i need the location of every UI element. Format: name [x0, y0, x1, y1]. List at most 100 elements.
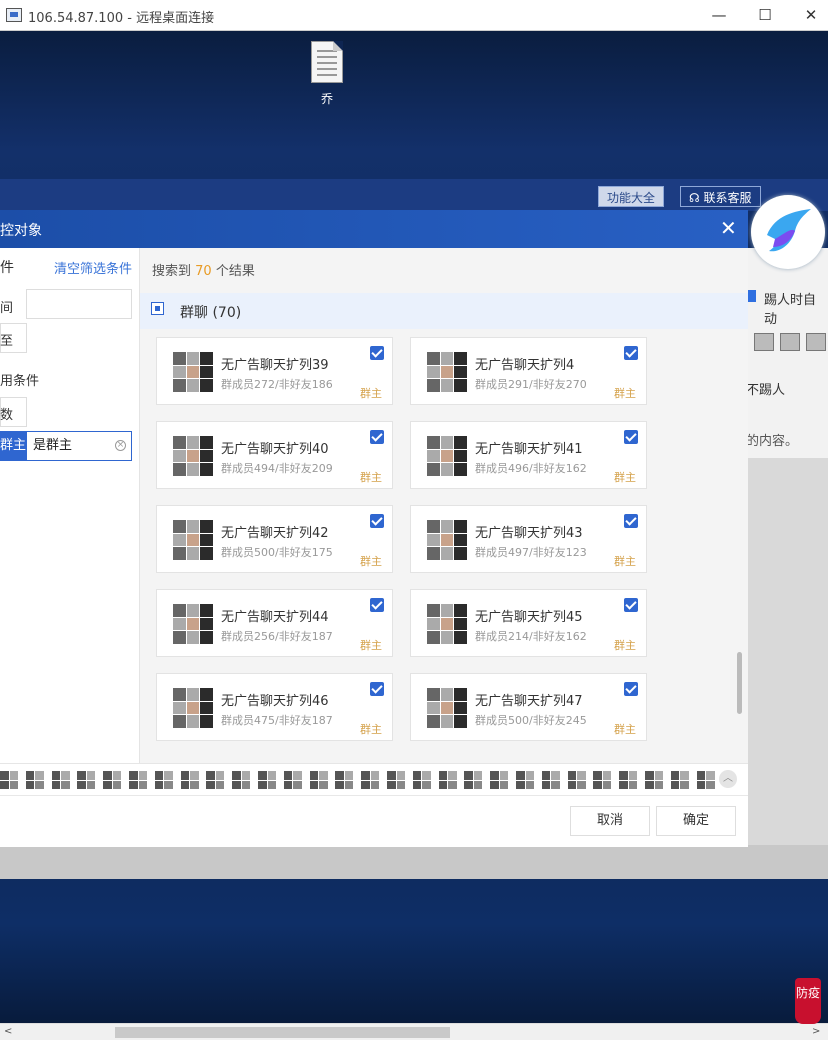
time-filter-input[interactable]	[26, 289, 132, 319]
group-checkbox[interactable]	[624, 598, 638, 612]
common-conditions-heading: 用条件	[0, 374, 40, 389]
dialog-title: 控对象	[0, 223, 42, 239]
cancel-button[interactable]: 取消	[570, 806, 650, 836]
results-scrollbar[interactable]	[737, 652, 742, 714]
group-checkbox[interactable]	[370, 598, 384, 612]
group-avatar	[173, 604, 213, 644]
group-role-tag: 群主	[614, 387, 636, 400]
horizontal-scroll-thumb[interactable]	[115, 1027, 450, 1038]
search-result-summary: 搜索到 70 个结果	[152, 260, 255, 279]
time-filter-label: 间	[0, 301, 14, 316]
selected-group-thumb[interactable]	[387, 771, 405, 789]
selected-group-thumb[interactable]	[51, 771, 70, 789]
selected-group-thumb[interactable]	[696, 771, 715, 789]
maximize-button[interactable]: ☐	[750, 4, 780, 26]
group-card[interactable]: 无广告聊天扩列40 群成员494/非好友209 群主	[156, 421, 393, 489]
selected-group-thumb[interactable]	[567, 771, 586, 789]
group-checkbox[interactable]	[624, 430, 638, 444]
range-filter-label: 至	[0, 334, 14, 349]
remote-desktop-titlebar: 106.54.87.100 - 远程桌面连接 — ☐ ✕	[0, 0, 828, 31]
no-kick-option[interactable]: 不踢人	[746, 379, 785, 398]
selected-group-thumb[interactable]	[77, 771, 96, 789]
group-member-stats: 群成员475/非好友187	[221, 714, 333, 727]
selected-group-thumb[interactable]	[206, 771, 225, 789]
result-suffix: 个结果	[215, 264, 255, 279]
selected-group-thumb[interactable]	[361, 771, 380, 789]
group-role-tag: 群主	[360, 555, 382, 568]
selected-group-thumb[interactable]	[103, 771, 122, 789]
contact-support-label: 联系客服	[703, 191, 752, 205]
group-card[interactable]: 无广告聊天扩列44 群成员256/非好友187 群主	[156, 589, 393, 657]
group-card[interactable]: 无广告聊天扩列42 群成员500/非好友175 群主	[156, 505, 393, 573]
group-card[interactable]: 无广告聊天扩列47 群成员500/非好友245 群主	[410, 673, 647, 741]
group-card[interactable]: 无广告聊天扩列4 群成员291/非好友270 群主	[410, 337, 647, 405]
scroll-right-icon[interactable]: >	[812, 1026, 820, 1037]
headset-icon: ☊	[689, 191, 700, 205]
selected-group-thumb[interactable]	[619, 771, 638, 789]
group-role-tag: 群主	[614, 555, 636, 568]
group-checkbox[interactable]	[370, 430, 384, 444]
group-card[interactable]: 无广告聊天扩列46 群成员475/非好友187 群主	[156, 673, 393, 741]
group-checkbox[interactable]	[624, 514, 638, 528]
selected-group-thumb[interactable]	[283, 771, 302, 789]
group-name: 无广告聊天扩列46	[221, 694, 329, 709]
group-name: 无广告聊天扩列47	[475, 694, 583, 709]
selected-group-thumb[interactable]	[25, 771, 44, 789]
selected-group-thumb[interactable]	[516, 771, 534, 789]
selected-group-thumb[interactable]	[412, 771, 431, 789]
clear-filters-link[interactable]: 清空筛选条件	[54, 258, 132, 277]
dialog-close-button[interactable]: ✕	[720, 216, 737, 240]
strip-scroll-up-icon[interactable]: ︿	[719, 770, 737, 788]
group-member-stats: 群成员500/非好友245	[475, 714, 587, 727]
minimize-button[interactable]: —	[704, 4, 734, 26]
contact-support-button[interactable]: ☊ 联系客服	[680, 186, 761, 207]
count-condition-label: 数	[0, 408, 14, 423]
group-member-stats: 群成员500/非好友175	[221, 546, 333, 559]
selected-group-thumb[interactable]	[645, 771, 663, 789]
bg-group-avatar	[806, 333, 826, 351]
selected-group-thumb[interactable]	[180, 771, 199, 789]
group-member-stats: 群成员497/非好友123	[475, 546, 587, 559]
group-checkbox[interactable]	[624, 682, 638, 696]
group-avatar	[173, 352, 213, 392]
selected-group-thumb[interactable]	[593, 771, 612, 789]
selected-group-thumb[interactable]	[670, 771, 689, 789]
scroll-left-icon[interactable]: <	[4, 1026, 12, 1037]
active-filter-tag[interactable]: 群主	[0, 431, 26, 461]
selected-group-thumb[interactable]	[258, 771, 276, 789]
selected-group-thumb[interactable]	[129, 771, 147, 789]
selected-group-thumb[interactable]	[490, 771, 509, 789]
group-checkbox[interactable]	[370, 514, 384, 528]
group-role-tag: 群主	[360, 723, 382, 736]
feature-list-button[interactable]: 功能大全	[598, 186, 665, 207]
selected-group-thumb[interactable]	[541, 771, 560, 789]
group-checkbox[interactable]	[370, 346, 384, 360]
selected-group-thumb[interactable]	[0, 771, 18, 789]
group-card[interactable]: 无广告聊天扩列43 群成员497/非好友123 群主	[410, 505, 647, 573]
group-card[interactable]: 无广告聊天扩列41 群成员496/非好友162 群主	[410, 421, 647, 489]
desktop-file-icon[interactable]	[311, 41, 343, 83]
remote-horizontal-scrollbar[interactable]: < >	[0, 1023, 828, 1040]
group-checkbox[interactable]	[624, 346, 638, 360]
selected-group-thumb[interactable]	[232, 771, 251, 789]
selected-group-thumb[interactable]	[154, 771, 173, 789]
selected-group-thumb[interactable]	[335, 771, 354, 789]
group-role-tag: 群主	[360, 387, 382, 400]
result-count: 70	[195, 264, 212, 279]
selected-avatar-strip	[0, 763, 748, 795]
clear-filter-icon[interactable]: ×	[115, 440, 126, 451]
active-filter-value[interactable]: 是群主 ×	[26, 431, 132, 461]
group-select-all-checkbox[interactable]	[151, 302, 164, 315]
desktop-file-label[interactable]: 乔	[300, 90, 354, 107]
selected-group-thumb[interactable]	[309, 771, 328, 789]
group-checkbox[interactable]	[370, 682, 384, 696]
group-card[interactable]: 无广告聊天扩列39 群成员272/非好友186 群主	[156, 337, 393, 405]
group-card[interactable]: 无广告聊天扩列45 群成员214/非好友162 群主	[410, 589, 647, 657]
group-member-stats: 群成员214/非好友162	[475, 630, 587, 643]
selected-group-thumb[interactable]	[438, 771, 457, 789]
close-window-button[interactable]: ✕	[796, 4, 826, 26]
remote-desktop-icon	[6, 8, 22, 22]
selected-group-thumb[interactable]	[464, 771, 483, 789]
confirm-button[interactable]: 确定	[656, 806, 736, 836]
dialog-header	[0, 210, 748, 248]
